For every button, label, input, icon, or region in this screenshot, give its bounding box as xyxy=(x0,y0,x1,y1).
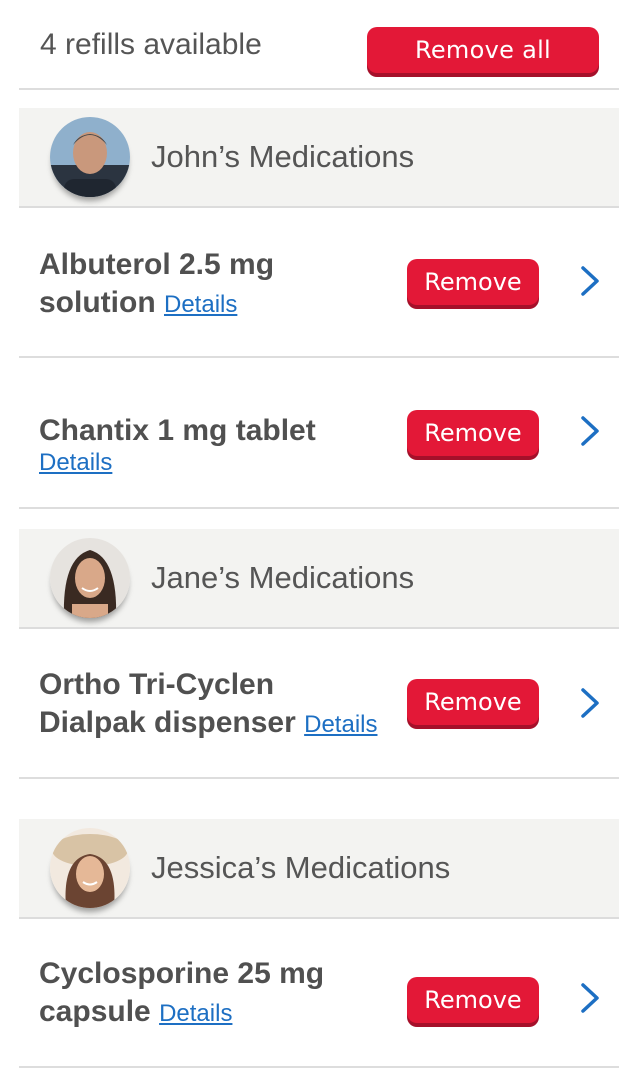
chevron-right-icon[interactable] xyxy=(578,686,602,720)
medication-name: Cyclosporine 25 mg capsule Details xyxy=(39,955,324,1033)
refills-count: 4 refills available xyxy=(40,28,262,61)
group-title: John’s Medications xyxy=(151,139,415,174)
chevron-right-icon[interactable] xyxy=(578,981,602,1015)
details-link[interactable]: Details xyxy=(304,711,377,738)
medication-name: Albuterol 2.5 mg solution Details xyxy=(39,246,274,324)
divider xyxy=(19,88,619,90)
group-title: Jane’s Medications xyxy=(151,560,415,595)
remove-button[interactable]: Remove xyxy=(407,977,539,1023)
group-title: Jessica’s Medications xyxy=(151,850,451,885)
person-header-jane: Jane’s Medications xyxy=(19,529,619,629)
medication-name-line1: Chantix 1 mg tablet xyxy=(39,414,316,447)
medication-name-line1: Ortho Tri-Cyclen xyxy=(39,668,275,701)
medication-name-line2: capsule xyxy=(39,995,151,1028)
chevron-right-icon[interactable] xyxy=(578,414,602,448)
remove-button[interactable]: Remove xyxy=(407,259,539,305)
remove-all-button[interactable]: Remove all xyxy=(367,27,599,73)
divider xyxy=(19,356,619,358)
medication-name-line1: Cyclosporine 25 mg xyxy=(39,957,325,990)
medication-name-line2: Dialpak dispenser xyxy=(39,706,296,739)
medication-name: Ortho Tri-Cyclen Dialpak dispenser Detai… xyxy=(39,666,377,744)
medication-name: Chantix 1 mg tablet Details xyxy=(39,412,316,490)
chevron-right-icon[interactable] xyxy=(578,264,602,298)
divider xyxy=(19,777,619,779)
avatar xyxy=(50,828,130,908)
avatar xyxy=(50,117,130,197)
remove-button[interactable]: Remove xyxy=(407,410,539,456)
person-header-jessica: Jessica’s Medications xyxy=(19,819,619,919)
medication-name-line2: solution xyxy=(39,286,156,319)
divider xyxy=(19,1066,619,1068)
divider xyxy=(19,507,619,509)
remove-button[interactable]: Remove xyxy=(407,679,539,725)
details-link[interactable]: Details xyxy=(39,449,112,476)
person-header-john: John’s Medications xyxy=(19,108,619,208)
avatar xyxy=(50,538,130,618)
medication-name-line1: Albuterol 2.5 mg xyxy=(39,248,275,281)
details-link[interactable]: Details xyxy=(164,291,237,318)
details-link[interactable]: Details xyxy=(159,1000,232,1027)
